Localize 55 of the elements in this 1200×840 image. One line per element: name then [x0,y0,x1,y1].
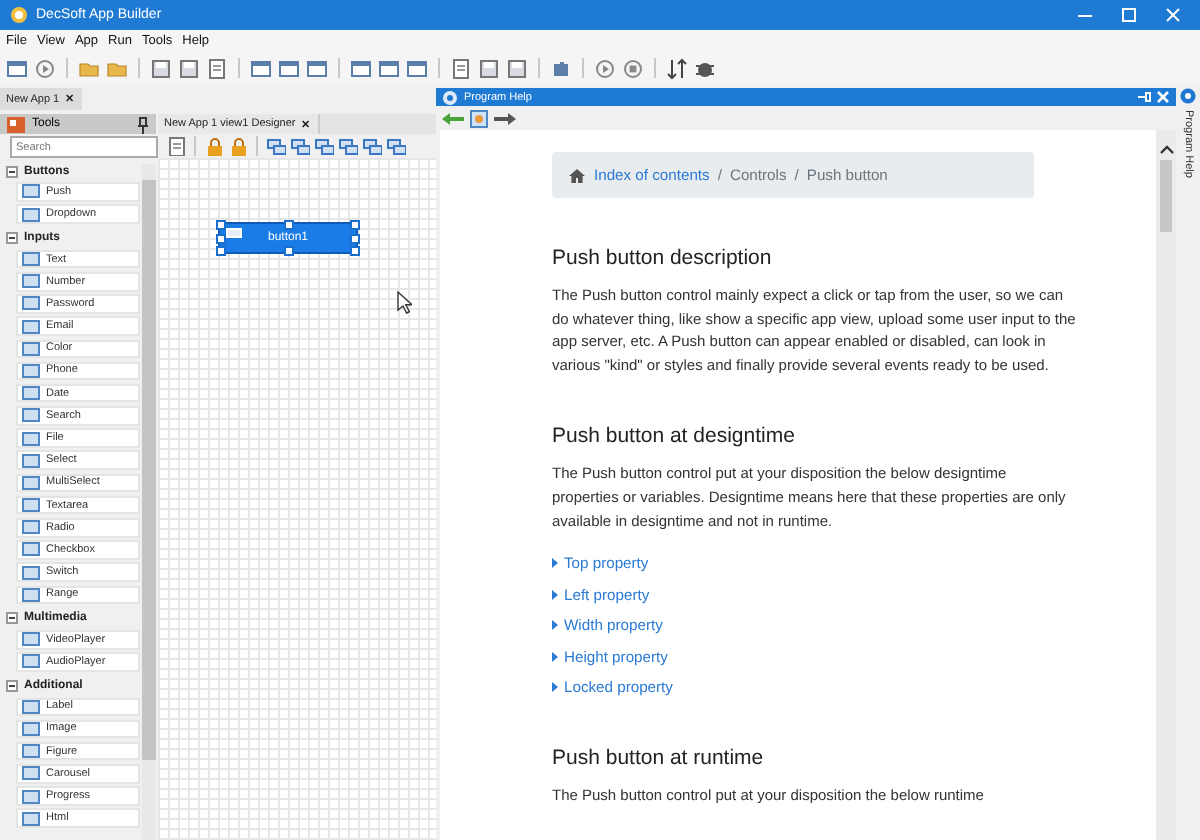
lock-icon[interactable] [228,136,248,156]
section-heading: Push button description [552,246,774,270]
pin-icon[interactable] [136,115,150,133]
folder-icon[interactable] [106,57,128,79]
page-icon[interactable] [166,136,186,156]
bullet-icon [552,589,558,600]
window-icon[interactable] [406,57,428,79]
window-icon[interactable] [378,57,400,79]
bullet-icon [552,651,558,662]
bullet-icon [552,620,558,631]
help-icon[interactable] [1180,88,1196,104]
align-icon[interactable] [314,136,334,156]
collapse-icon[interactable] [6,612,18,625]
window-icon[interactable] [350,57,372,79]
forward-arrow-icon[interactable] [494,111,516,125]
close-icon[interactable] [1164,6,1182,24]
scroll-up-icon[interactable] [1159,144,1173,154]
align-icon[interactable] [338,136,358,156]
window-icon[interactable] [250,57,272,79]
resize-handle[interactable] [284,220,294,230]
resize-handle[interactable] [284,246,294,256]
close-icon[interactable] [1156,90,1170,104]
circle-play-icon[interactable] [594,57,616,79]
align-icon[interactable] [362,136,382,156]
cursor-icon [396,290,412,314]
page-icon[interactable] [450,57,472,79]
app-logo-icon [10,6,28,24]
lock-icon[interactable] [204,136,224,156]
circle-play-icon[interactable] [34,57,56,79]
maximize-icon[interactable] [1120,6,1138,24]
sort-icon[interactable] [666,57,688,79]
align-icon[interactable] [386,136,406,156]
window-icon[interactable] [306,57,328,79]
folder-icon[interactable] [78,57,100,79]
collapse-icon[interactable] [6,679,18,692]
window-icon[interactable] [6,57,28,79]
button-glyph-icon [226,228,242,238]
palette-icon [6,115,26,133]
bullet-icon [552,682,558,693]
bug-icon[interactable] [694,57,716,79]
circle-stop-icon[interactable] [622,57,644,79]
collapse-icon[interactable] [6,165,18,178]
window-icon[interactable] [278,57,300,79]
scroll-thumb[interactable] [1160,160,1172,232]
bullet-icon [552,558,558,569]
section-heading: Push button at designtime [552,424,797,449]
align-icon[interactable] [266,136,286,156]
page-icon[interactable] [206,57,228,79]
align-icon[interactable] [290,136,310,156]
collapse-icon[interactable] [6,232,18,245]
home-icon [568,167,586,183]
home-icon[interactable] [470,109,488,127]
scrollbar[interactable] [1156,130,1176,840]
section-heading: Push button at runtime [552,746,766,771]
back-arrow-icon[interactable] [442,111,464,125]
